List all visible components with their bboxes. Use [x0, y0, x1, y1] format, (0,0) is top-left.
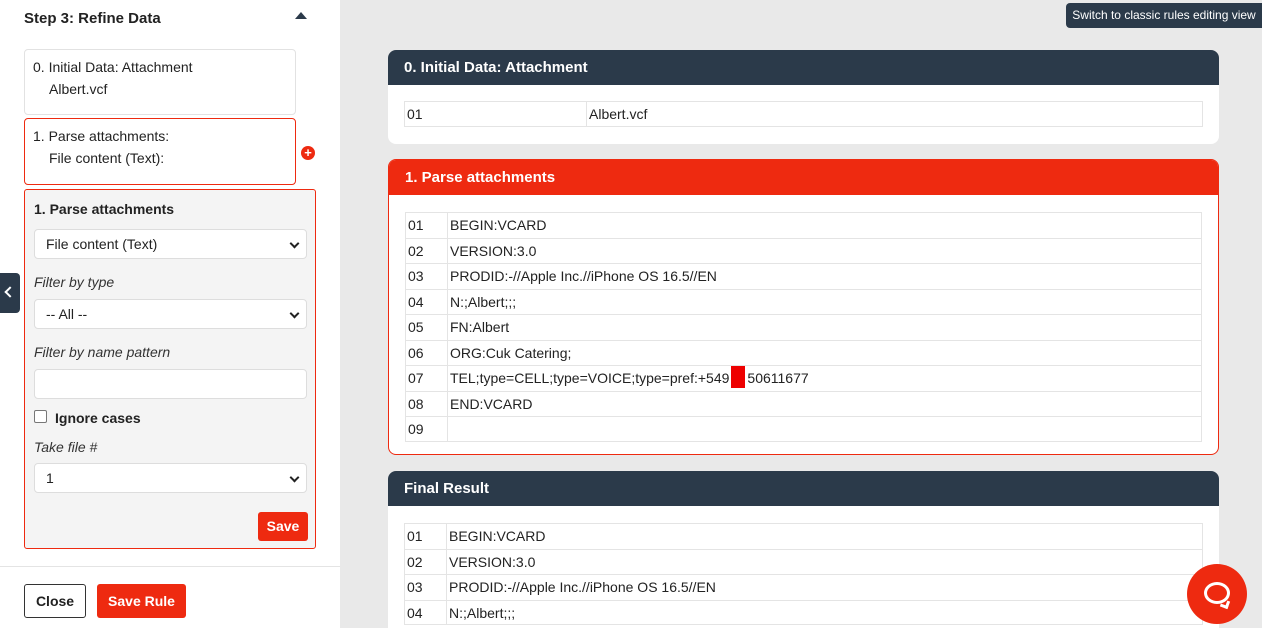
filter-name-input[interactable] — [34, 369, 307, 399]
rule-editor-sidebar: Step 3: Refine Data 0. Initial Data: Att… — [0, 0, 340, 628]
table-row: 01 Albert.vcf — [404, 101, 1203, 127]
row-value: ORG:Cuk Catering; — [450, 344, 572, 361]
table-row: 02 VERSION:3.0 — [405, 237, 1202, 263]
row-number: 09 — [406, 417, 448, 441]
row-number: 05 — [406, 315, 448, 340]
add-step-icon[interactable]: + — [301, 146, 315, 160]
row-number: 08 — [406, 391, 448, 416]
filter-type-select[interactable]: -- All -- — [34, 299, 307, 329]
step-item-line2: File content (Text): — [49, 150, 165, 166]
step-item-line1: 0. Initial Data: Attachment — [33, 59, 193, 75]
row-value: FN:Albert — [450, 319, 510, 335]
redaction-mark — [731, 366, 746, 388]
row-number: 02 — [405, 549, 447, 574]
row-value: BEGIN:VCARD — [449, 528, 546, 544]
table-row: 02 VERSION:3.0 — [404, 548, 1203, 574]
chevron-down-icon — [289, 472, 300, 483]
panel-title: 1. Parse attachments — [389, 160, 1218, 195]
row-number: 04 — [406, 289, 448, 314]
tel-suffix: 50611677 — [747, 370, 809, 386]
final-result-panel: Final Result 01 BEGIN:VCARD 02 VERSION:3.0… — [388, 471, 1219, 628]
collapse-sidebar-button[interactable] — [0, 273, 20, 313]
step-item-line2: Albert.vcf — [49, 81, 108, 97]
collapse-step-icon[interactable] — [295, 12, 307, 19]
table-row: 01 BEGIN:VCARD — [405, 212, 1202, 238]
table-row: 09 — [405, 416, 1202, 442]
table-row: 05 FN:Albert — [405, 314, 1202, 340]
filter-name-label: Filter by name pattern — [34, 344, 171, 360]
classic-view-button[interactable]: Switch to classic rules editing view — [1066, 3, 1262, 28]
take-file-value: 1 — [46, 470, 54, 486]
table-row: 06 ORG:Cuk Catering; — [405, 339, 1202, 365]
table-row: 03 PRODID:-//Apple Inc.//iPhone OS 16.5//… — [404, 574, 1203, 600]
panel-title: 0. Initial Data: Attachment — [388, 50, 1219, 85]
step-item-line1: 1. Parse attachments: — [33, 128, 170, 144]
row-value: VERSION:3.0 — [449, 553, 536, 570]
data-table: 01 BEGIN:VCARD 02 VERSION:3.0 03 PRODID:-//… — [404, 523, 1203, 625]
take-file-select[interactable]: 1 — [34, 463, 307, 493]
editor-title: 1. Parse attachments — [34, 201, 175, 217]
row-number: 06 — [406, 340, 448, 365]
save-rule-button[interactable]: Save Rule — [97, 584, 186, 618]
row-number: 01 — [405, 524, 447, 549]
row-value: VERSION:3.0 — [450, 242, 537, 259]
parse-attachments-panel: 1. Parse attachments 01 BEGIN:VCARD 02 VER… — [388, 159, 1219, 455]
row-value: N:;Albert;;; — [449, 604, 516, 621]
row-number: 03 — [405, 575, 447, 600]
data-table: 01 Albert.vcf — [404, 101, 1203, 127]
take-file-label: Take file # — [34, 439, 98, 455]
row-value: BEGIN:VCARD — [450, 217, 547, 233]
row-number: 07 — [406, 366, 448, 391]
row-number: 04 — [405, 600, 447, 624]
step-editor-form: 1. Parse attachments File content (Text)… — [24, 189, 316, 549]
data-table: 01 BEGIN:VCARD 02 VERSION:3.0 03 PRODID:-//… — [405, 212, 1202, 442]
chevron-down-icon — [289, 308, 300, 319]
initial-data-panel: 0. Initial Data: Attachment 01 Albert.vc… — [388, 50, 1219, 144]
row-number: 02 — [406, 238, 448, 263]
row-value: Albert.vcf — [589, 106, 648, 122]
row-value: N:;Albert;;; — [450, 293, 517, 310]
filter-type-value: -- All -- — [46, 306, 88, 322]
content-type-value: File content (Text) — [46, 236, 158, 252]
chevron-left-icon — [4, 286, 16, 298]
row-value: END:VCARD — [450, 395, 533, 412]
chat-icon-tail — [1219, 598, 1231, 610]
table-row: 04 N:;Albert;;; — [405, 288, 1202, 314]
ignore-cases-checkbox[interactable] — [34, 410, 47, 423]
close-button[interactable]: Close — [24, 584, 86, 618]
table-row: 04 N:;Albert;;; — [404, 599, 1203, 625]
row-number: 01 — [405, 102, 587, 126]
step-title: Step 3: Refine Data — [24, 10, 161, 27]
step-item-parse-attachments[interactable]: 1. Parse attachments: File content (Text… — [24, 118, 296, 185]
tel-prefix: TEL;type=CELL;type=VOICE;type=pref:+549 — [450, 370, 730, 386]
divider — [0, 566, 340, 567]
table-row: 03 PRODID:-//Apple Inc.//iPhone OS 16.5//… — [405, 263, 1202, 289]
panel-title: Final Result — [388, 471, 1219, 506]
row-number: 01 — [406, 213, 448, 238]
table-row: 01 BEGIN:VCARD — [404, 523, 1203, 549]
row-value: TEL;type=CELL;type=VOICE;type=pref:+549 5… — [448, 366, 809, 391]
step-item-initial-data[interactable]: 0. Initial Data: Attachment Albert.vcf — [24, 49, 296, 115]
row-value: PRODID:-//Apple Inc.//iPhone OS 16.5//EN — [449, 579, 716, 595]
row-value: PRODID:-//Apple Inc.//iPhone OS 16.5//EN — [450, 268, 717, 284]
row-value — [448, 417, 450, 441]
table-row: 08 END:VCARD — [405, 390, 1202, 416]
table-row: 07 TEL;type=CELL;type=VOICE;type=pref:+54… — [405, 365, 1202, 391]
content-type-select[interactable]: File content (Text) — [34, 229, 307, 259]
chevron-down-icon — [289, 238, 300, 249]
save-step-button[interactable]: Save — [258, 512, 308, 541]
row-number: 03 — [406, 264, 448, 289]
filter-type-label: Filter by type — [34, 274, 115, 290]
chat-support-button[interactable] — [1187, 564, 1247, 624]
ignore-cases-label: Ignore cases — [55, 410, 141, 426]
